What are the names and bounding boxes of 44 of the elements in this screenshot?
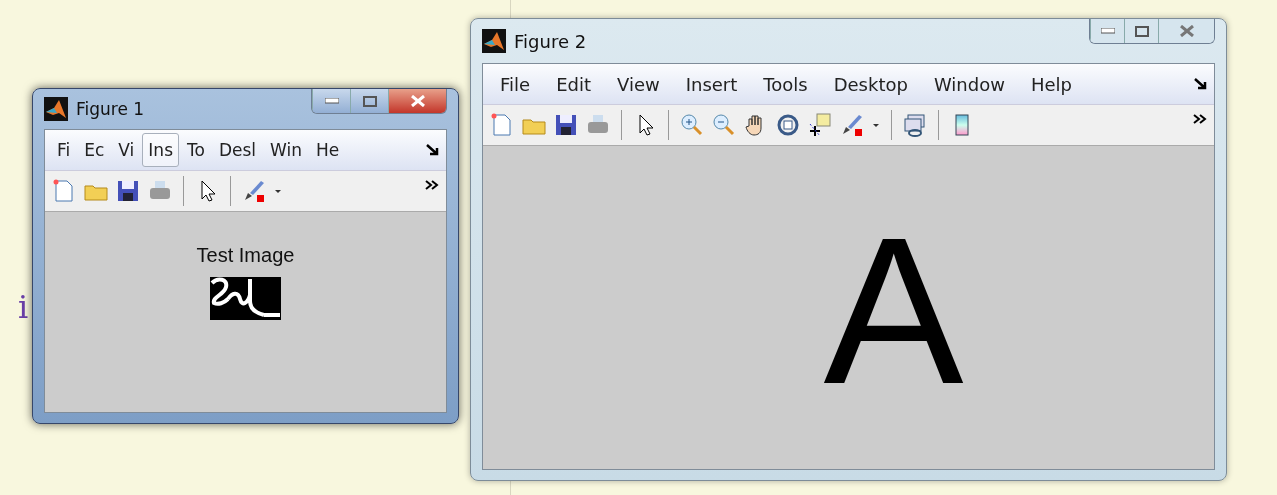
menu-item[interactable]: Edit <box>545 66 602 102</box>
minimize-button[interactable] <box>1090 19 1124 43</box>
menu-item[interactable]: Desktop <box>822 66 919 102</box>
menu-item[interactable]: Window <box>922 66 1016 102</box>
menu-overflow-icon[interactable] <box>1194 78 1208 90</box>
save-icon[interactable] <box>553 112 579 138</box>
minimize-button[interactable] <box>312 89 350 113</box>
axes-title: Test Image <box>196 244 295 267</box>
menu-item[interactable]: Insert <box>674 66 749 102</box>
menu-item[interactable]: Win <box>264 133 308 167</box>
close-icon <box>409 95 426 107</box>
data-tip-icon[interactable] <box>807 112 833 138</box>
maximize-button[interactable] <box>1124 19 1158 43</box>
minimize-icon <box>324 98 339 104</box>
menu-item[interactable]: Fi <box>51 133 77 167</box>
toolbar-overflow-icon[interactable] <box>1192 113 1208 125</box>
app-logo-icon <box>482 29 506 53</box>
menu-overflow-icon[interactable] <box>426 144 440 156</box>
toolbar-overflow-icon[interactable] <box>424 179 440 191</box>
menu-item[interactable]: View <box>606 66 671 102</box>
menu-item[interactable]: Vi <box>112 133 141 167</box>
maximize-icon <box>362 95 377 107</box>
menu-item[interactable]: Ec <box>78 133 111 167</box>
close-button[interactable] <box>388 89 446 113</box>
menu-item[interactable]: File <box>489 66 542 102</box>
background-text: i <box>18 288 29 326</box>
menu-item[interactable]: He <box>310 133 346 167</box>
menu-item[interactable]: To <box>181 133 211 167</box>
menu-item[interactable]: Tools <box>752 66 819 102</box>
save-icon[interactable] <box>115 178 141 204</box>
maximize-button[interactable] <box>350 89 388 113</box>
linked-windows-icon[interactable] <box>902 112 928 138</box>
window-title: Figure 1 <box>76 99 146 119</box>
rotate-icon[interactable] <box>775 112 801 138</box>
maximize-icon <box>1134 25 1149 37</box>
menu-item[interactable]: Desl <box>212 133 263 167</box>
window-title: Figure 2 <box>514 30 588 52</box>
minimize-icon <box>1100 28 1115 34</box>
app-logo-icon <box>44 97 68 121</box>
close-icon <box>1178 25 1195 37</box>
letter-glyph: A <box>823 206 964 416</box>
menu-item[interactable]: Help <box>1019 66 1083 102</box>
menu-item[interactable]: Ins <box>142 133 179 167</box>
close-button[interactable] <box>1158 19 1214 43</box>
